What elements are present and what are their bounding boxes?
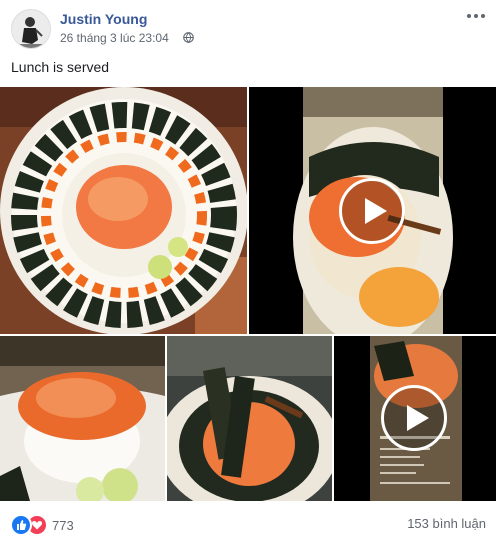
photo-tile-1[interactable] xyxy=(0,87,247,334)
avatar-image xyxy=(12,10,50,48)
food-photo xyxy=(0,336,165,501)
more-dot xyxy=(474,14,478,18)
facebook-post: Justin Young 26 tháng 3 lúc 23:04 Lunch … xyxy=(0,0,496,544)
more-dot xyxy=(481,14,485,18)
reactions-summary[interactable]: 773 xyxy=(10,514,74,536)
globe-icon xyxy=(183,32,194,43)
post-timestamp[interactable]: 26 tháng 3 lúc 23:04 xyxy=(60,31,169,45)
more-options-button[interactable] xyxy=(464,8,488,24)
photo-tile-3[interactable] xyxy=(167,336,332,501)
thumbs-up-glyph xyxy=(17,520,27,530)
reaction-count: 773 xyxy=(52,517,74,533)
play-button[interactable] xyxy=(381,385,447,451)
photo-tile-2[interactable] xyxy=(0,336,165,501)
author-name[interactable]: Justin Young xyxy=(60,11,147,27)
video-tile-1[interactable] xyxy=(249,87,496,334)
food-photo xyxy=(0,87,247,334)
more-dot xyxy=(467,14,471,18)
food-photo xyxy=(167,336,332,501)
play-button[interactable] xyxy=(339,178,405,244)
author-avatar[interactable] xyxy=(11,9,51,49)
comments-count-link[interactable]: 153 bình luận xyxy=(407,516,486,531)
post-text: Lunch is served xyxy=(11,59,110,75)
video-tile-2[interactable] xyxy=(334,336,496,501)
heart-glyph xyxy=(31,520,43,530)
like-icon xyxy=(10,514,32,536)
